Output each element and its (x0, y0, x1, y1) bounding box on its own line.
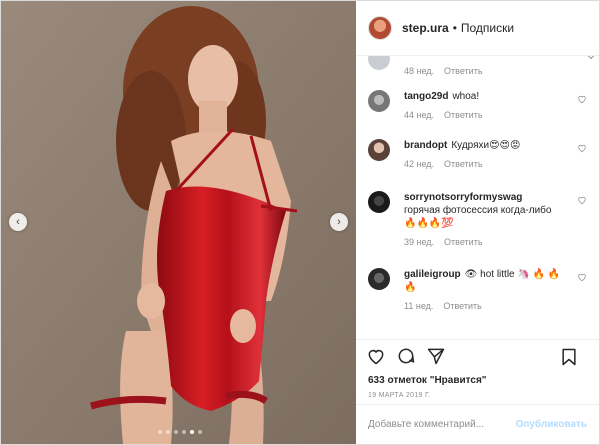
photo-image (1, 1, 356, 444)
reply-button[interactable]: Ответить (444, 110, 482, 120)
comment-time: 11 нед. (404, 301, 434, 311)
list-item: sorrynotsorryformyswag горячая фотосессия… (368, 191, 587, 247)
action-bar (356, 339, 599, 373)
carousel-dot[interactable] (198, 430, 202, 434)
chevron-left-icon[interactable]: ‹ (9, 213, 27, 231)
list-item: tango29d whoa! 44 нед. Ответить (368, 90, 587, 120)
likes-label: отметок "Нравится" (387, 375, 487, 386)
chevron-down-icon (586, 56, 596, 60)
reply-button[interactable]: Ответить (444, 159, 482, 169)
post-header: step.ura • Подписки (356, 1, 599, 56)
comment-time: 44 нед. (404, 110, 435, 120)
comment-username[interactable]: brandopt (404, 140, 447, 151)
comment-username[interactable]: galileigroup (404, 269, 461, 280)
post-modal: ‹ › step.ura • Подписки 48 нед. Ответить (0, 0, 600, 445)
comment-time: 39 нед. (404, 237, 435, 247)
carousel-dot-active[interactable] (190, 430, 194, 434)
comment-text: горячая фотосессия когда-либо 🔥🔥🔥💯 (404, 205, 552, 229)
carousel-dots (158, 430, 202, 434)
comment-text: whoa! (452, 91, 480, 102)
add-comment-bar: Опубликовать (356, 404, 599, 444)
list-item: galileigroup 👁 hot little 🦄 🔥 🔥🔥 11 нед. О… (368, 268, 587, 311)
carousel-dot[interactable] (158, 430, 162, 434)
comment-username[interactable]: tango29d (404, 91, 448, 102)
carousel-dot[interactable] (182, 430, 186, 434)
avatar[interactable] (368, 139, 390, 161)
comment-meta: 48 нед. Ответить (404, 66, 483, 76)
avatar[interactable] (368, 268, 390, 290)
post-username[interactable]: step.ura (402, 21, 449, 35)
bookmark-icon[interactable] (559, 347, 581, 369)
comment-icon[interactable] (396, 346, 418, 368)
follow-status-button[interactable]: Подписки (461, 21, 514, 35)
likes-number: 633 (368, 375, 385, 386)
post-photo[interactable]: ‹ › (1, 1, 356, 444)
share-icon[interactable] (426, 346, 448, 368)
avatar[interactable] (368, 56, 390, 70)
comments-list[interactable]: 48 нед. Ответить tango29d whoa! 44 нед. От… (356, 56, 599, 339)
comment-username[interactable]: sorrynotsorryformyswag (404, 192, 522, 203)
reply-button[interactable]: Ответить (443, 301, 481, 311)
reply-button[interactable]: Ответить (444, 237, 482, 247)
heart-icon[interactable] (577, 272, 587, 282)
comment-input[interactable] (368, 419, 516, 430)
comment-time: 48 нед. (404, 66, 435, 76)
avatar[interactable] (368, 16, 392, 40)
heart-icon[interactable] (577, 195, 587, 205)
heart-icon[interactable] (577, 143, 587, 153)
avatar[interactable] (368, 191, 390, 213)
heart-icon[interactable] (577, 94, 587, 104)
carousel-dot[interactable] (174, 430, 178, 434)
publish-button[interactable]: Опубликовать (516, 419, 587, 430)
comment-text: Кудряхи😍😍😡 (451, 140, 521, 151)
reply-button[interactable]: Ответить (444, 66, 482, 76)
post-date: 19 МАРТА 2019 Г. (368, 392, 431, 399)
avatar[interactable] (368, 90, 390, 112)
comment-time: 42 нед. (404, 159, 435, 169)
likes-count[interactable]: 633 отметок "Нравится" (356, 373, 599, 389)
heart-icon[interactable] (366, 346, 388, 368)
carousel-dot[interactable] (166, 430, 170, 434)
chevron-right-icon[interactable]: › (330, 213, 348, 231)
side-panel: step.ura • Подписки 48 нед. Ответить tan… (356, 1, 599, 444)
list-item: brandopt Кудряхи😍😍😡 42 нед. Ответить (368, 139, 587, 169)
separator-dot: • (452, 21, 457, 35)
